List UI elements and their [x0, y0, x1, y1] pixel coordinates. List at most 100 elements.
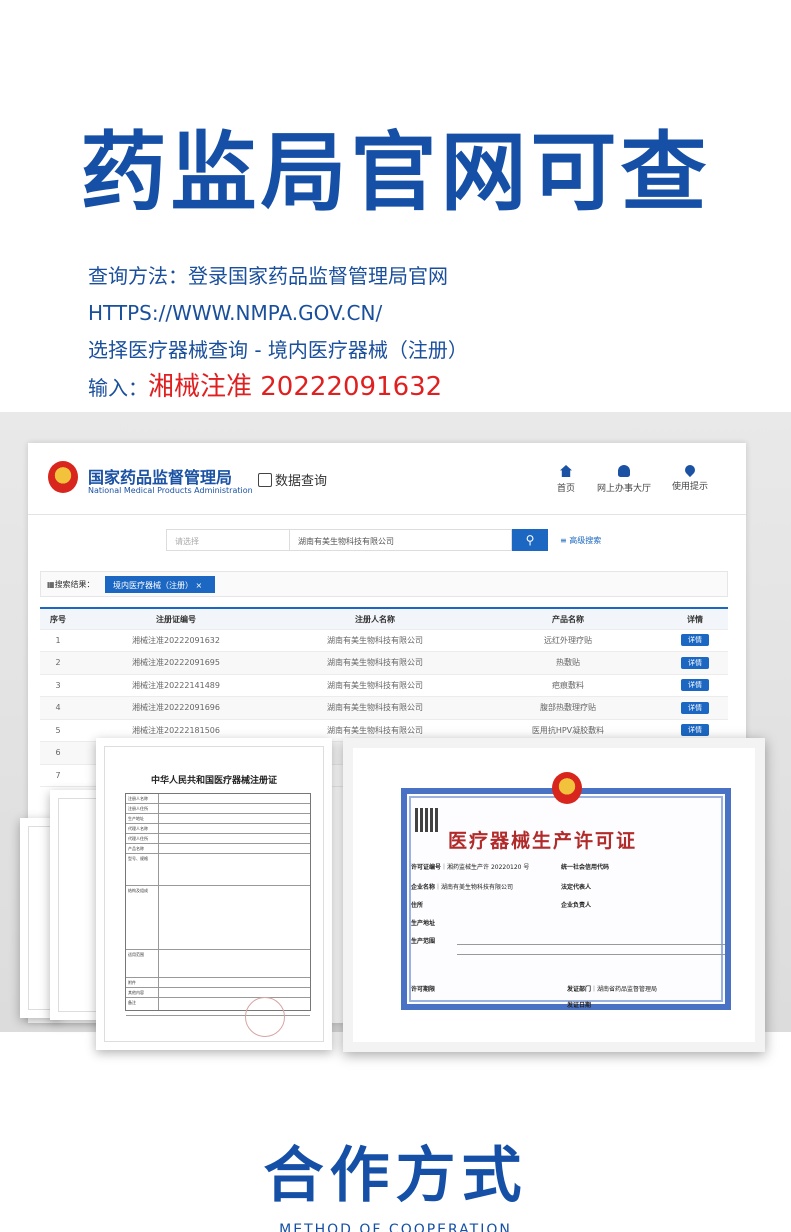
row-code: 湘械注准20222091632 — [132, 635, 220, 645]
license-valid-period: 许可期限 — [411, 986, 436, 993]
row-company: 湖南有美生物科技有限公司 — [327, 658, 423, 667]
nav-help[interactable]: 使用提示 — [660, 462, 720, 492]
license-credit-code: 统一社会信用代码 — [561, 864, 610, 871]
row-product: 热敷贴 — [556, 658, 580, 667]
instruction-method: 查询方法：登录国家药品监督管理局官网 — [88, 264, 448, 288]
row-no: 1 — [55, 635, 61, 645]
scope-line — [457, 944, 725, 945]
header-code: 注册证编号 — [156, 615, 196, 624]
row-no: 2 — [55, 658, 61, 667]
row-company: 湖南有美生物科技有限公司 — [327, 703, 423, 712]
registration-certificate-photo: 中华人民共和国医疗器械注册证 注册人名称注册人住所生产地址代理人名称代理人住所产… — [96, 738, 332, 1050]
row-company: 湖南有美生物科技有限公司 — [327, 680, 423, 690]
license-residence: 住所 — [411, 902, 424, 909]
registration-cert-row: 代理人名称 — [126, 824, 310, 834]
registration-cert-field-label: 代理人住所 — [128, 836, 148, 841]
nav-home-label: 首页 — [556, 484, 575, 494]
registration-cert-row: 注册人住所 — [126, 804, 310, 814]
pin-icon — [682, 462, 698, 478]
license-legal-rep: 法定代表人 — [561, 884, 592, 891]
qr-code-icon — [415, 808, 439, 832]
table-row: 4 湘械注准20222091696 湖南有美生物科技有限公司 腹部热敷理疗贴 详情 — [40, 697, 728, 720]
header-company: 注册人名称 — [355, 615, 395, 624]
header-detail: 详情 — [687, 615, 703, 624]
license-company: 企业名称｜湖南有美生物科技有限公司 — [411, 884, 514, 891]
row-no: 7 — [55, 770, 61, 780]
hero-title: 药监局官网可查 — [80, 123, 711, 223]
row-no: 3 — [55, 680, 61, 690]
license-owner: 企业负责人 — [561, 902, 592, 909]
row-no: 5 — [55, 725, 61, 735]
registration-cert-field-label: 备注 — [128, 1000, 136, 1005]
license-issuer: 发证部门｜湖南省药品监督管理局 — [567, 986, 658, 993]
registration-cert-row: 代理人住所 — [126, 834, 310, 844]
registration-cert-row: 产品名称 — [126, 844, 310, 854]
registration-cert-field-label: 附件 — [128, 980, 136, 985]
row-product: 腹部热敷理疗贴 — [540, 703, 596, 712]
row-code: 湘械注准20222091695 — [132, 658, 220, 667]
data-query-label: 数据查询 — [275, 474, 328, 489]
registration-cert-row: 型号、规格 — [126, 854, 310, 886]
registration-cert-field-label: 适用范围 — [128, 952, 144, 957]
site-header: 国家药品监督管理局 National Medical Products Admi… — [28, 443, 746, 515]
cooperation-title: 合作方式 — [263, 1141, 528, 1211]
table-row: 2 湘械注准20222091695 湖南有美生物科技有限公司 热敷贴 详情 — [40, 652, 728, 675]
data-query-link[interactable]: 数据查询 — [258, 470, 327, 489]
data-query-icon — [258, 473, 272, 487]
table-row: 3 湘械注准20222141489 湖南有美生物科技有限公司 疤痕敷料 详情 — [40, 675, 728, 697]
registration-cert-field-label: 型号、规格 — [128, 856, 148, 861]
table-header: 序号 注册证编号 注册人名称 产品名称 详情 — [40, 607, 728, 630]
detail-button[interactable]: 详情 — [681, 634, 709, 646]
advanced-search-label: 高级搜索 — [569, 536, 602, 545]
instruction-input-prefix: 输入： — [88, 376, 148, 400]
home-icon — [560, 465, 572, 477]
nav-home[interactable]: 首页 — [536, 465, 596, 494]
registration-cert-row: 结构及组成 — [126, 886, 310, 950]
nav-online-hall[interactable]: 网上办事大厅 — [594, 465, 654, 494]
search-button[interactable]: ⚲ — [512, 529, 548, 551]
license-emblem-icon — [552, 772, 582, 804]
header-no: 序号 — [50, 615, 66, 624]
category-select[interactable]: 请选择 — [166, 529, 290, 551]
scope-line — [457, 954, 725, 955]
production-license-photo: 医疗器械生产许可证 许可证编号｜湘药监械生产许 20220120 号 统一社会信… — [343, 738, 765, 1052]
detail-button[interactable]: 详情 — [681, 701, 709, 714]
result-filter-tag[interactable]: 境内医疗器械（注册） × — [105, 576, 215, 593]
table-row: 1 湘械注准20222091632 湖南有美生物科技有限公司 远红外理疗贴 详情 — [40, 630, 728, 652]
query-instructions: 查询方法：登录国家药品监督管理局官网 HTTPS://WWW.NMPA.GOV.… — [88, 258, 468, 407]
registration-cert-field-label: 其他内容 — [128, 990, 144, 995]
registration-cert-row: 其他内容 — [126, 988, 310, 998]
search-input[interactable]: 湖南有美生物科技有限公司 — [290, 529, 512, 551]
instruction-url[interactable]: HTTPS://WWW.NMPA.GOV.CN/ — [88, 295, 468, 332]
row-code: 湘械注准20222091696 — [132, 703, 220, 712]
registration-cert-field-label: 代理人名称 — [128, 826, 148, 831]
user-icon — [618, 465, 630, 477]
site-title-english: National Medical Products Administration — [88, 486, 253, 495]
row-company: 湖南有美生物科技有限公司 — [327, 635, 423, 645]
registration-cert-field-label: 生产地址 — [128, 816, 144, 821]
advanced-search-link[interactable]: ≡ 高级搜索 — [560, 535, 601, 546]
row-product: 疤痕敷料 — [552, 680, 584, 690]
registration-cert-field-label: 注册人名称 — [128, 796, 148, 801]
instruction-input-value: 湘械注准 20222091632 — [148, 372, 443, 402]
header-product: 产品名称 — [552, 615, 584, 624]
close-icon[interactable]: × — [196, 581, 203, 590]
nav-help-label: 使用提示 — [671, 482, 708, 492]
detail-button[interactable]: 详情 — [681, 656, 709, 669]
license-address: 生产地址 — [411, 920, 436, 927]
detail-button[interactable]: 详情 — [681, 679, 709, 691]
registration-cert-title: 中华人民共和国医疗器械注册证 — [150, 776, 277, 786]
detail-button[interactable]: 详情 — [681, 724, 709, 736]
site-title[interactable]: 国家药品监督管理局 — [88, 464, 232, 488]
registration-cert-row: 注册人名称 — [126, 794, 310, 804]
nav-online-hall-label: 网上办事大厅 — [596, 484, 651, 494]
registration-cert-field-label: 结构及组成 — [128, 888, 148, 893]
official-seal-icon — [245, 997, 285, 1037]
row-product: 远红外理疗贴 — [544, 635, 592, 645]
license-issue-date: 发证日期 — [567, 1002, 592, 1009]
license-scope: 生产范围 — [411, 938, 436, 945]
row-detail-cell: 详情 — [662, 675, 728, 697]
row-code: 湘械注准20222141489 — [132, 680, 220, 690]
registration-cert-row: 适用范围 — [126, 950, 310, 978]
row-no: 6 — [55, 748, 61, 757]
